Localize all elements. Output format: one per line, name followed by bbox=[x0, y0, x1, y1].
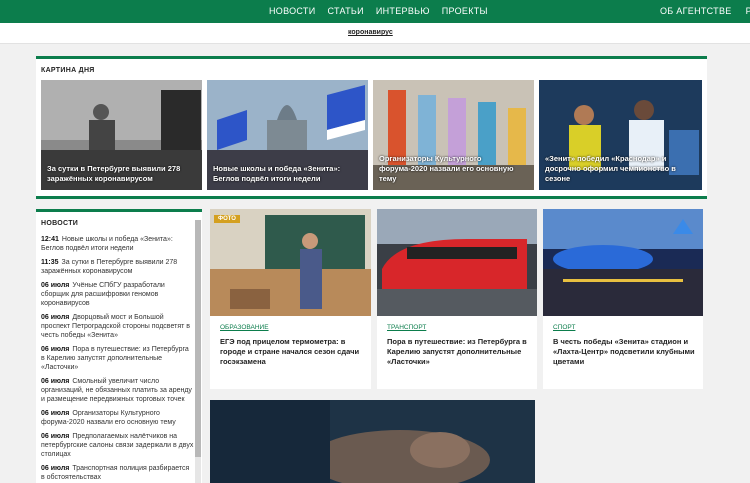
article-card-education-image: ФОТО bbox=[210, 209, 371, 316]
article-headline[interactable]: ЕГЭ под прицелом термометра: в городе и … bbox=[220, 337, 363, 367]
article-card-transport[interactable]: ТРАНСПОРТ Пора в путешествие: из Петербу… bbox=[377, 209, 537, 389]
article-headline[interactable]: Пора в путешествие: из Петербурга в Каре… bbox=[387, 337, 529, 367]
day-card-1[interactable]: За сутки в Петербурге выявили 278 заражё… bbox=[41, 80, 202, 190]
news-item-text: Новые школы и победа «Зенита»: Беглов по… bbox=[41, 236, 173, 252]
news-item-time: 06 июля bbox=[41, 378, 70, 385]
picture-of-the-day: КАРТИНА ДНЯ За сутки в Петербурге выявил… bbox=[36, 56, 707, 199]
news-item-time: 06 июля bbox=[41, 433, 70, 440]
article-card-sport[interactable]: СПОРТ В честь победы «Зенита» стадион и … bbox=[543, 209, 703, 389]
article-card-sport-image bbox=[543, 209, 703, 316]
nav-interviews[interactable]: ИНТЕРВЬЮ bbox=[376, 0, 430, 23]
article-headline[interactable]: В честь победы «Зенита» стадион и «Лахта… bbox=[553, 337, 695, 367]
day-card-3[interactable]: Организаторы Культурного форума-2020 наз… bbox=[373, 80, 534, 190]
day-card-2[interactable]: Новые школы и победа «Зенита»: Беглов по… bbox=[207, 80, 368, 190]
day-card-3-caption: Организаторы Культурного форума-2020 наз… bbox=[379, 154, 514, 183]
day-card-1-caption: За сутки в Петербурге выявили 278 заражё… bbox=[47, 164, 181, 183]
secondary-nav: ОБ АГЕНТСТВЕ РЕ bbox=[660, 0, 750, 23]
news-item[interactable]: 06 июля Предполагаемых налётчиков на пете… bbox=[41, 432, 194, 459]
photo-badge: ФОТО bbox=[214, 215, 240, 223]
news-item[interactable]: 11:35 За сутки в Петербурге выявили 278 з… bbox=[41, 258, 194, 276]
news-item-time: 06 июля bbox=[41, 346, 70, 353]
news-feed-title: НОВОСТИ bbox=[41, 220, 79, 227]
nav-news[interactable]: НОВОСТИ bbox=[269, 0, 315, 23]
picture-of-the-day-title: КАРТИНА ДНЯ bbox=[41, 67, 95, 74]
featured-photo[interactable] bbox=[210, 400, 535, 483]
news-item-time: 12:41 bbox=[41, 236, 59, 243]
news-item[interactable]: 06 июля Пора в путешествие: из Петербурга… bbox=[41, 345, 194, 372]
nav-articles[interactable]: СТАТЬИ bbox=[327, 0, 363, 23]
day-card-2-caption: Новые школы и победа «Зенита»: Беглов по… bbox=[213, 164, 341, 183]
news-item-time: 06 июля bbox=[41, 314, 70, 321]
news-item-time: 06 июля bbox=[41, 282, 70, 289]
nav-projects[interactable]: ПРОЕКТЫ bbox=[442, 0, 488, 23]
article-category[interactable]: ТРАНСПОРТ bbox=[387, 324, 426, 331]
article-category[interactable]: СПОРТ bbox=[553, 324, 575, 331]
news-item-time: 11:35 bbox=[41, 259, 59, 266]
news-item[interactable]: 06 июля Смольный увеличит число организац… bbox=[41, 377, 194, 404]
day-card-4[interactable]: «Зенит» победил «Краснодар» и досрочно о… bbox=[539, 80, 702, 190]
article-card-education[interactable]: ФОТО ОБРАЗОВАНИЕ ЕГЭ под прицелом термом… bbox=[210, 209, 371, 389]
article-category[interactable]: ОБРАЗОВАНИЕ bbox=[220, 324, 269, 331]
news-scrollbar-thumb[interactable] bbox=[195, 220, 201, 457]
news-item[interactable]: 06 июля Учёные СПбГУ разработали сборщик … bbox=[41, 281, 194, 308]
news-item-text: За сутки в Петербурге выявили 278 заражё… bbox=[41, 259, 178, 275]
article-card-transport-image bbox=[377, 209, 537, 316]
news-list: 12:41 Новые школы и победа «Зенита»: Бегл… bbox=[41, 235, 194, 483]
nav-about-agency[interactable]: ОБ АГЕНТСТВЕ bbox=[660, 0, 732, 23]
news-item[interactable]: 06 июля Организаторы Культурного форума-2… bbox=[41, 409, 194, 427]
news-item[interactable]: 12:41 Новые школы и победа «Зенита»: Бегл… bbox=[41, 235, 194, 253]
news-feed: НОВОСТИ 12:41 Новые школы и победа «Зенит… bbox=[36, 209, 202, 483]
news-item[interactable]: 06 июля Дворцовый мост и Большой проспект… bbox=[41, 313, 194, 340]
tag-link-coronavirus[interactable]: коронавирус bbox=[348, 29, 393, 36]
news-item-time: 06 июля bbox=[41, 465, 70, 472]
nav-re-truncated[interactable]: РЕ bbox=[746, 0, 750, 23]
news-item[interactable]: 06 июля Транспортная полиция разбирается … bbox=[41, 464, 194, 482]
main-nav: НОВОСТИ СТАТЬИ ИНТЕРВЬЮ ПРОЕКТЫ bbox=[269, 0, 500, 23]
day-card-4-caption: «Зенит» победил «Краснодар» и досрочно о… bbox=[545, 154, 676, 183]
news-item-time: 06 июля bbox=[41, 410, 70, 417]
